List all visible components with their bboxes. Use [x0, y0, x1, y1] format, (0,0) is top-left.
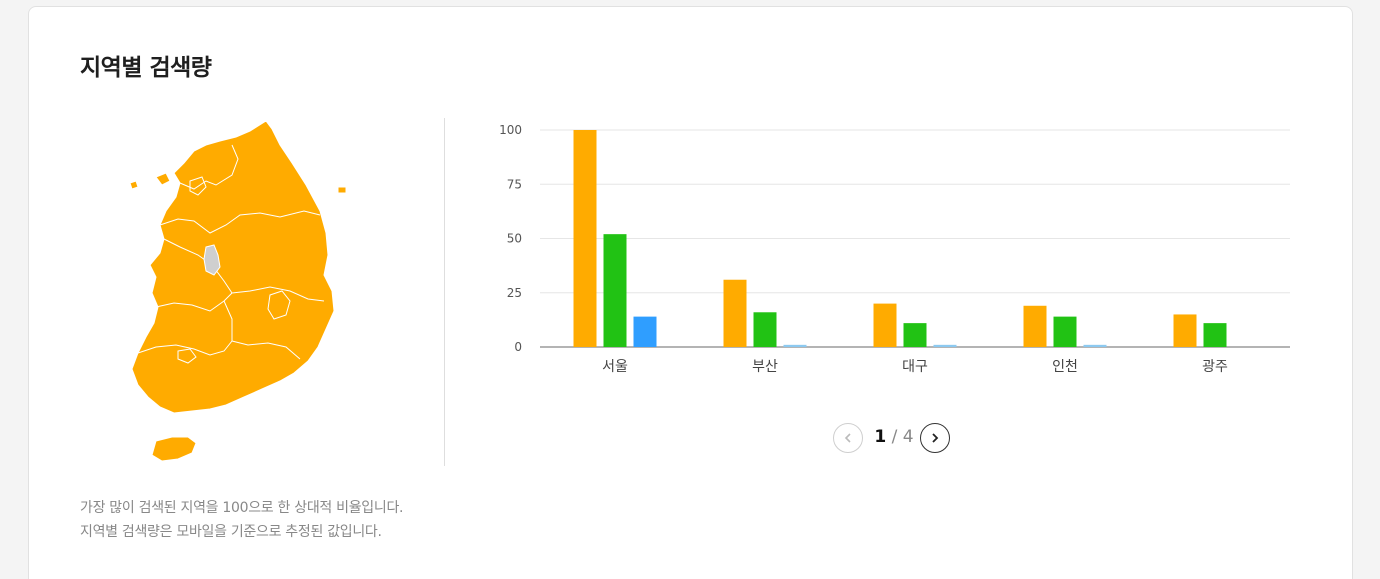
vertical-divider	[444, 118, 445, 466]
x-tick-label: 서울	[602, 359, 628, 375]
bar-광주-series-1[interactable]	[1173, 314, 1197, 347]
y-tick-label: 100	[499, 123, 522, 137]
footnote-line: 가장 많이 검색된 지역을 100으로 한 상대적 비율입니다.	[80, 500, 404, 516]
bar-서울-series-1[interactable]	[573, 130, 597, 347]
bar-인천-series-1[interactable]	[1023, 305, 1047, 347]
bar-대구-series-2[interactable]	[903, 323, 927, 347]
korea-map	[129, 120, 347, 462]
footnotes: 가장 많이 검색된 지역을 100으로 한 상대적 비율입니다. 지역별 검색량…	[80, 496, 404, 544]
bar-서울-series-3[interactable]	[633, 316, 657, 347]
bar-chart: 0 25 50 75 100 서울 부산 대구 인천 광주	[499, 123, 1290, 375]
x-tick-label: 대구	[902, 359, 928, 375]
map-mainland	[131, 120, 335, 414]
bar-대구-series-3[interactable]	[933, 344, 957, 347]
bar-서울-series-2[interactable]	[603, 234, 627, 347]
map-island-1	[155, 172, 171, 186]
footnote-line: 지역별 검색량은 모바일을 기준으로 추정된 값입니다.	[80, 524, 382, 540]
bar-부산-series-2[interactable]	[753, 312, 777, 347]
y-tick-label: 75	[507, 177, 522, 191]
map-regions	[129, 120, 347, 462]
next-page-button[interactable]	[920, 423, 950, 453]
map-island-2	[129, 180, 139, 190]
pagination: 1 / 4	[833, 423, 953, 455]
x-tick-label: 인천	[1052, 359, 1078, 375]
page-indicator: 1 / 4	[871, 427, 917, 447]
x-tick-label: 부산	[752, 359, 778, 375]
chart-x-labels: 서울 부산 대구 인천 광주	[602, 359, 1228, 375]
x-tick-label: 광주	[1202, 359, 1228, 375]
bar-인천-series-3[interactable]	[1083, 344, 1107, 347]
chevron-left-icon	[844, 433, 851, 443]
y-tick-label: 50	[507, 232, 522, 246]
prev-page-button[interactable]	[833, 423, 863, 453]
chevron-right-icon	[932, 433, 939, 443]
section-title: 지역별 검색량	[80, 55, 212, 81]
bar-부산-series-3[interactable]	[783, 344, 807, 347]
bar-인천-series-2[interactable]	[1053, 316, 1077, 347]
bar-광주-series-2[interactable]	[1203, 323, 1227, 347]
y-tick-label: 25	[507, 286, 522, 300]
map-island-3	[337, 186, 347, 194]
map-jeju	[151, 436, 197, 462]
y-tick-label: 0	[514, 340, 522, 354]
total-pages: 4	[902, 427, 914, 447]
bar-대구-series-1[interactable]	[873, 303, 897, 347]
page-separator: /	[891, 427, 898, 447]
bar-부산-series-1[interactable]	[723, 279, 747, 347]
current-page: 1	[874, 427, 887, 447]
